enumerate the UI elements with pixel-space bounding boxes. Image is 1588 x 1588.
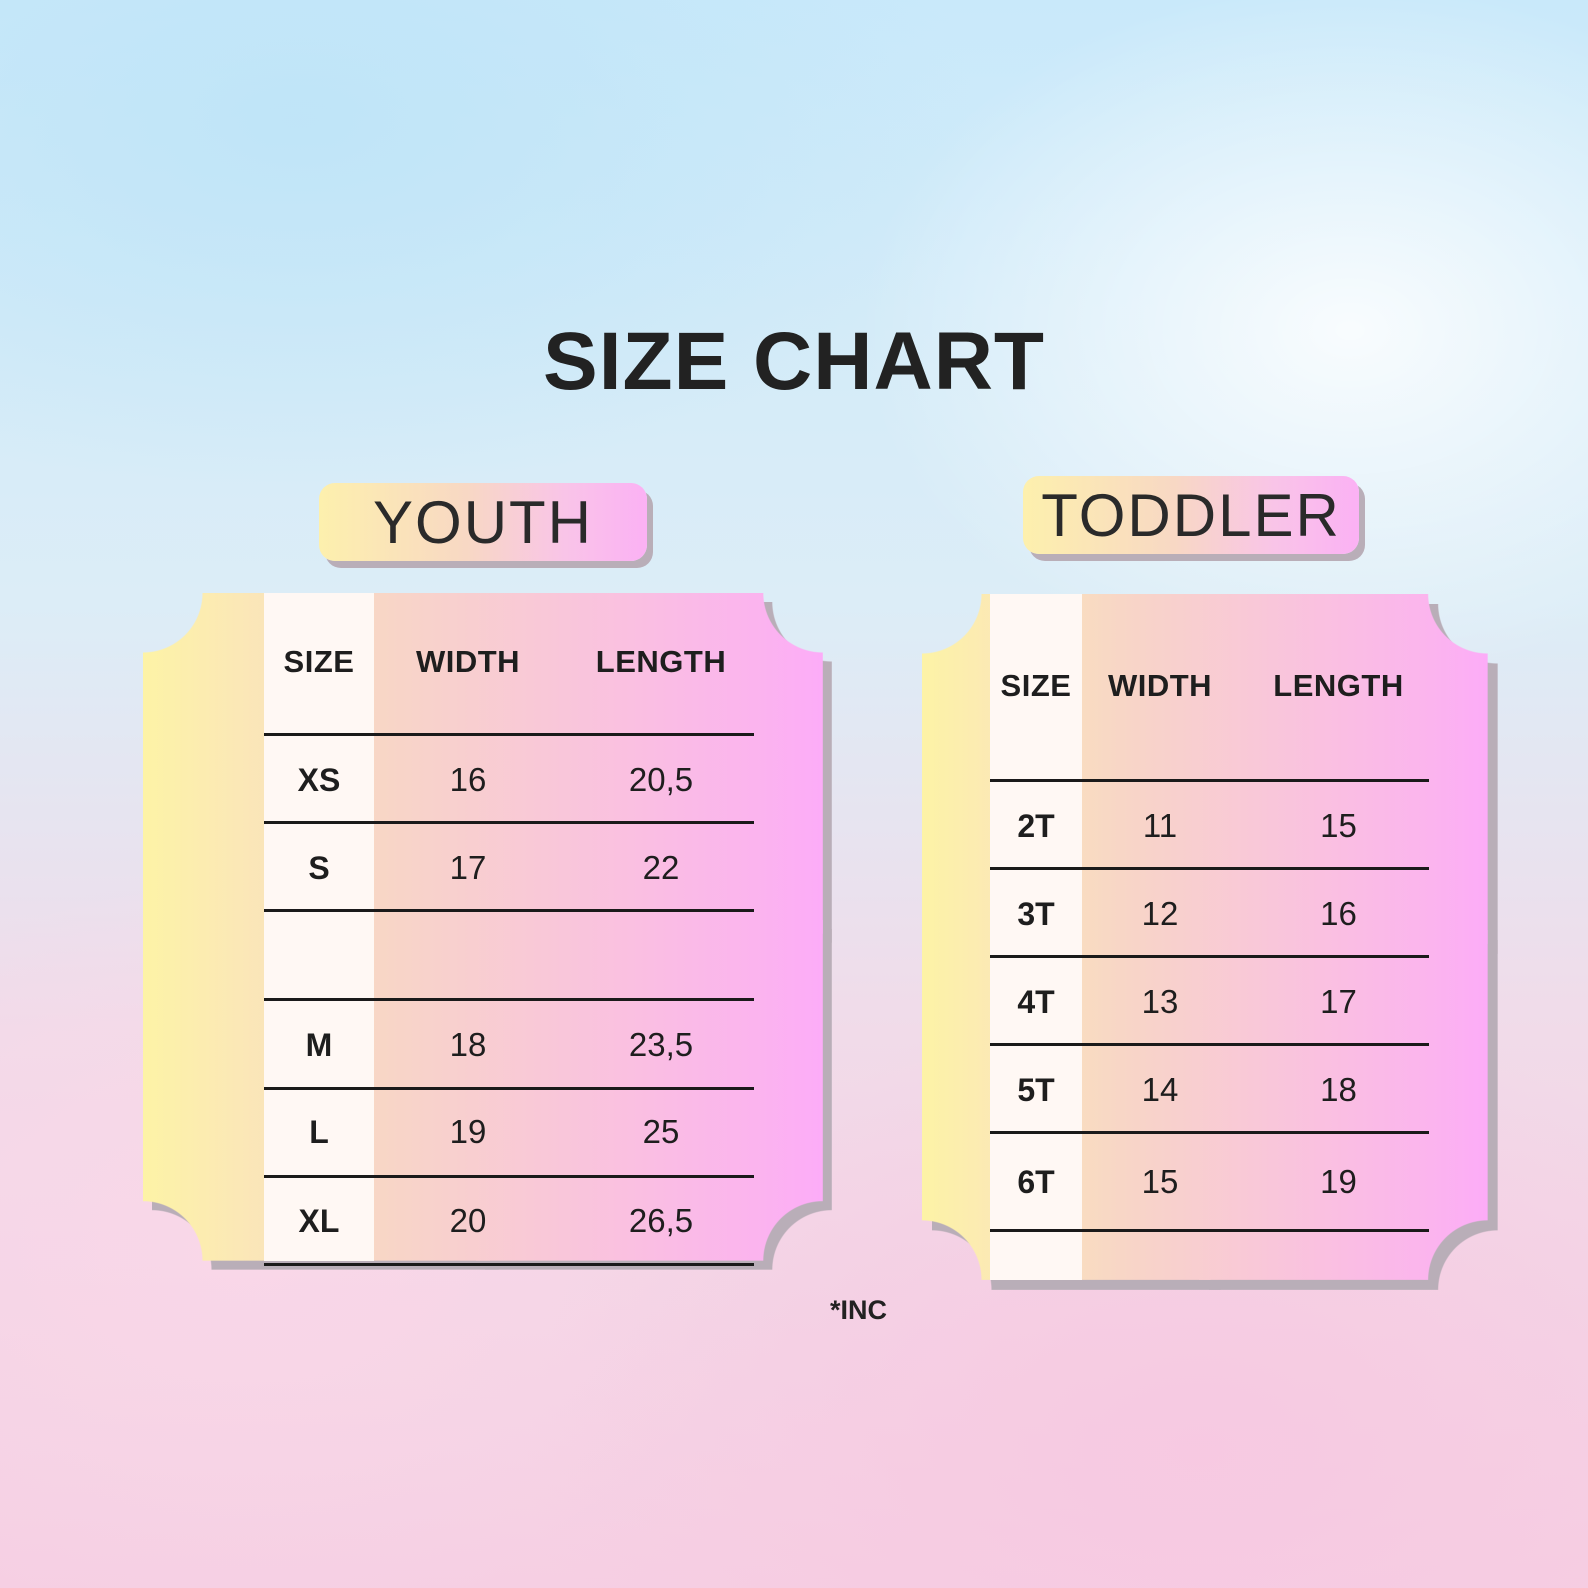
youth-header-size: SIZE (283, 644, 355, 679)
toddler-row-size: 5T (1017, 1072, 1055, 1108)
youth-row-size: M (305, 1027, 333, 1063)
toddler-row-divider (990, 1131, 1429, 1134)
youth-row-width: 16 (449, 761, 487, 798)
toddler-row-length: 15 (1320, 807, 1357, 844)
toddler-row-size: 3T (1017, 896, 1055, 932)
youth-row-divider (264, 1087, 754, 1090)
youth-row-width: 20 (449, 1202, 487, 1239)
youth-row-length: 25 (642, 1113, 680, 1150)
youth-size-column (264, 593, 374, 1261)
toddler-row-width: 15 (1141, 1163, 1179, 1200)
toddler-row-width: 12 (1141, 895, 1179, 932)
toddler-row-length: 16 (1320, 895, 1357, 932)
youth-row-divider (264, 998, 754, 1001)
youth-row-width: 17 (449, 849, 487, 886)
youth-row-width: 18 (449, 1026, 487, 1063)
toddler-row-divider (990, 867, 1429, 870)
toddler-row-width: 11 (1142, 807, 1178, 844)
youth-row-length: 22 (642, 849, 680, 886)
youth-row-divider (264, 909, 754, 912)
page-title: SIZE CHART (543, 316, 1045, 407)
toddler-row-width: 13 (1141, 983, 1179, 1020)
youth-row-length: 20,5 (628, 761, 694, 798)
toddler-row-width: 14 (1141, 1071, 1179, 1108)
toddler-row-divider (990, 955, 1429, 958)
toddler-row-divider (990, 779, 1429, 782)
youth-row-length: 23,5 (628, 1026, 694, 1063)
toddler-row-length: 19 (1320, 1163, 1357, 1200)
toddler-row-size: 2T (1017, 808, 1055, 844)
youth-row-divider (264, 821, 754, 824)
youth-row-length: 26,5 (628, 1202, 694, 1239)
youth-header-length: LENGTH (595, 644, 727, 679)
youth-row-size: S (308, 850, 330, 886)
youth-row-divider (264, 733, 754, 736)
toddler-row-divider (990, 1229, 1429, 1232)
youth-row-divider (264, 1175, 754, 1178)
unit-note: *INC (830, 1295, 888, 1325)
toddler-label-badge: TODDLER (1023, 476, 1359, 554)
youth-row-divider (264, 1263, 754, 1266)
youth-header-width: WIDTH (415, 644, 521, 679)
toddler-row-size: 6T (1017, 1164, 1055, 1200)
toddler-header-length: LENGTH (1273, 668, 1404, 703)
toddler-header-size: SIZE (1000, 668, 1072, 703)
youth-label: YOUTH (373, 488, 593, 556)
youth-row-size: XL (298, 1203, 340, 1239)
youth-row-size: XS (297, 762, 341, 798)
toddler-row-length: 17 (1320, 983, 1357, 1020)
youth-row-size: L (309, 1114, 329, 1150)
toddler-header-width: WIDTH (1107, 668, 1213, 703)
toddler-row-divider (990, 1043, 1429, 1046)
toddler-row-size: 4T (1017, 984, 1055, 1020)
toddler-label: TODDLER (1041, 481, 1341, 549)
toddler-row-length: 18 (1320, 1071, 1357, 1108)
youth-card (143, 593, 823, 1261)
youth-label-badge: YOUTH (319, 483, 647, 561)
youth-row-width: 19 (449, 1113, 487, 1150)
